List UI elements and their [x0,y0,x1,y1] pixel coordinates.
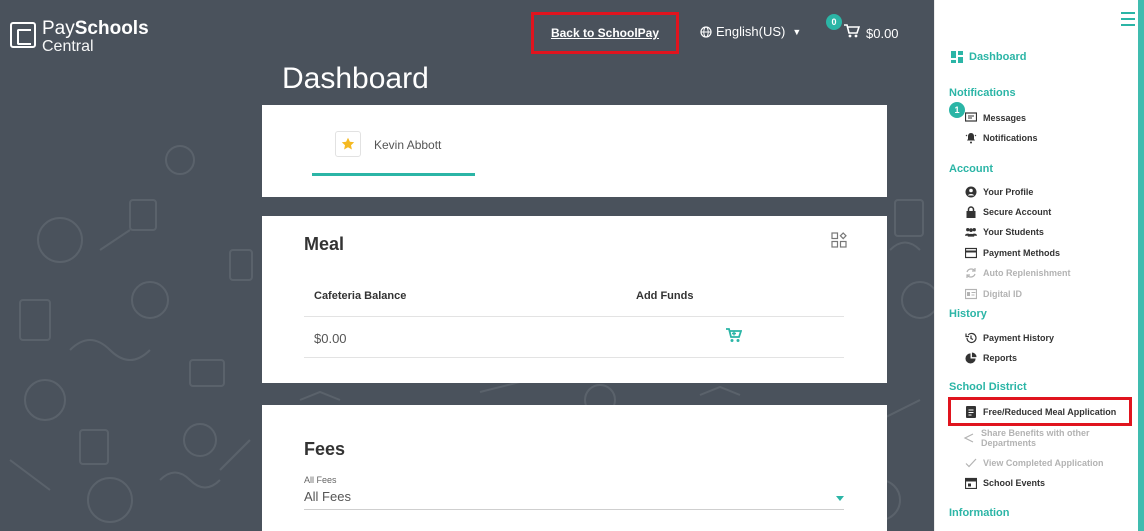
users-icon [965,228,977,237]
dropdown-arrow-icon [836,496,844,501]
section-notifications: Notifications [949,87,1016,99]
language-selector[interactable]: English(US) ▼ [700,24,801,39]
cart-icon [844,24,860,38]
logo-text: PaySchools Central [42,18,149,56]
sidebar-item-auto-replenishment[interactable]: Auto Replenishment [965,267,1071,279]
section-information: Information [949,507,1010,519]
sidebar-item-label: Reports [983,353,1018,363]
calendar-icon [965,477,977,489]
chart-pie-icon [965,352,977,364]
sidebar-item-label: Auto Replenishment [983,268,1071,278]
sidebar-item-messages[interactable]: Messages [965,112,1026,124]
fees-title: Fees [304,439,346,459]
app-root: PaySchools Central Back to SchoolPay Eng… [0,0,1144,531]
sidebar-item-notifications[interactable]: Notifications [965,132,1038,144]
message-icon [965,112,977,122]
check-icon [965,458,977,468]
cafeteria-balance-value: $0.00 [314,331,347,346]
student-card: Kevin Abbott [262,105,887,197]
main-area: PaySchools Central Back to SchoolPay Eng… [0,0,934,531]
share-benefits-line2: Departments [981,438,1037,448]
credit-card-icon [965,247,977,259]
language-label: English(US) [716,24,786,39]
cart-button[interactable]: 0 $0.00 [826,14,906,44]
sidebar-item-free-reduced-meal-application[interactable]: Free/Reduced Meal Application [965,406,1116,418]
sidebar-item-label: Your Students [983,227,1044,237]
widgets-icon[interactable] [831,232,847,248]
col-header-cafeteria-balance: Cafeteria Balance [314,290,407,302]
logo-pay: Pay [42,18,75,39]
active-tab-indicator [312,173,475,176]
document-icon [966,406,976,418]
sidebar-item-view-completed-application[interactable]: View Completed Application [965,457,1104,469]
dashboard-icon [951,51,963,63]
sidebar-item-digital-id[interactable]: Digital ID [965,288,1022,300]
meal-title: Meal [304,234,345,254]
back-to-schoolpay-link[interactable]: Back to SchoolPay [531,12,679,54]
sidebar-item-payment-methods[interactable]: Payment Methods [965,247,1060,259]
sidebar-item-label: Payment History [983,333,1055,343]
id-card-icon [965,288,977,300]
sidebar-item-reports[interactable]: Reports [965,352,1017,364]
logo-central: Central [42,38,94,55]
student-tab-kevin-abbott[interactable]: Kevin Abbott [312,125,475,177]
globe-icon [700,25,712,38]
fees-card: Fees All Fees All Fees [262,405,887,531]
user-circle-icon [965,186,977,198]
col-header-add-funds: Add Funds [636,290,694,302]
section-school-district: School District [949,381,1027,393]
sidebar-item-label: Digital ID [983,289,1023,299]
sidebar-item-label: Dashboard [969,51,1027,63]
sidebar-item-label: Secure Account [983,207,1052,217]
divider [304,316,844,317]
section-account: Account [949,163,993,175]
star-icon [341,137,355,150]
sidebar-item-your-profile[interactable]: Your Profile [965,186,1033,198]
sidebar-item-payment-history[interactable]: Payment History [965,332,1054,344]
sidebar-item-label: Your Profile [983,187,1034,197]
student-name: Kevin Abbott [374,138,442,152]
add-funds-cart-icon[interactable] [726,328,742,343]
caret-down-icon: ▼ [792,26,802,37]
sidebar-item-label: Share Benefits with other Departments [981,428,1090,448]
section-history: History [949,308,987,320]
bell-ringing-icon [965,133,977,144]
cart-total: $0.00 [866,26,899,41]
history-icon [965,332,977,344]
divider [304,357,844,358]
cart-count-badge: 0 [826,14,842,30]
sidebar-item-your-students[interactable]: Your Students [965,226,1044,238]
sidebar-item-label: Notifications [983,133,1038,143]
hamburger-menu-icon[interactable] [1121,12,1135,30]
meal-card: Meal Cafeteria Balance Add Funds $0.00 [262,216,887,383]
sidebar-scrollbar[interactable] [1138,0,1144,531]
sidebar-item-share-benefits[interactable]: Share Benefits with other Departments [963,428,1090,448]
share-benefits-line1: Share Benefits with other [981,428,1090,438]
page-title: Dashboard [282,62,429,95]
sidebar-item-label: Free/Reduced Meal Application [983,407,1117,417]
sidebar-item-secure-account[interactable]: Secure Account [965,206,1051,218]
fees-filter-select[interactable]: All Fees [304,486,844,510]
sidebar-item-dashboard[interactable]: Dashboard [951,51,1026,63]
messages-count-badge: 1 [949,102,965,118]
lock-icon [966,206,976,218]
logo-schools: Schools [74,18,149,39]
share-icon [963,433,974,443]
payschools-logo[interactable]: PaySchools Central [10,18,149,56]
sidebar-item-label: Messages [983,113,1027,123]
logo-mark-icon [10,22,36,48]
sidebar-item-label: School Events [983,478,1046,488]
sidebar-item-school-events[interactable]: School Events [965,477,1045,489]
sidebar [934,0,1144,531]
sidebar-item-label: Payment Methods [983,248,1061,258]
student-avatar [335,131,361,157]
fees-filter-label: All Fees [304,475,337,485]
sync-icon [966,268,976,278]
fees-filter-value: All Fees [304,489,351,504]
sidebar-item-label: View Completed Application [983,458,1104,468]
